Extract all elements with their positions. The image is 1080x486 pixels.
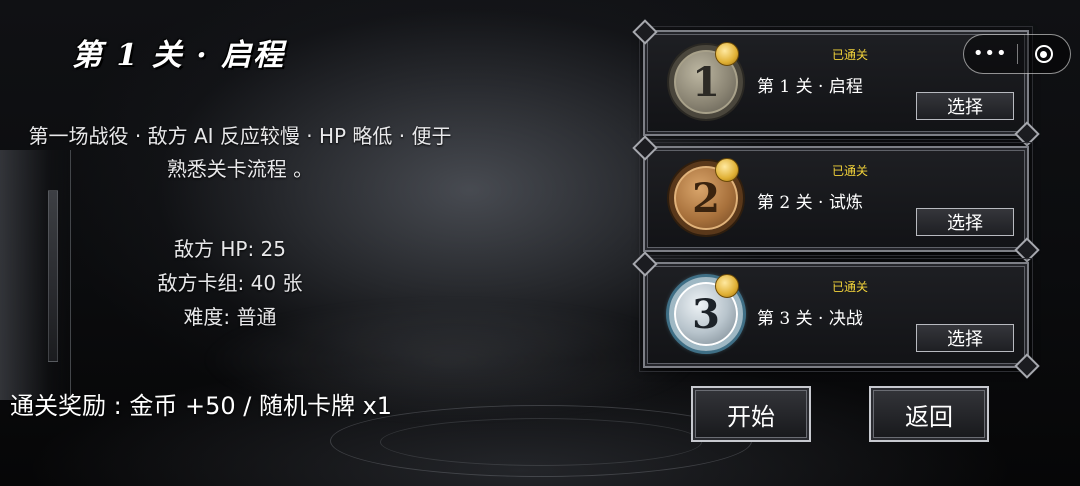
select-stage-1-button[interactable]: 选择 [916, 92, 1014, 120]
back-button[interactable]: 返回 [869, 386, 989, 442]
stage-name: 第 1 关 · 启程 [757, 77, 863, 97]
level-title: 第 1 关 · 启程 [72, 38, 286, 73]
enemy-deck-size: 敌方卡组: 40 张 [157, 271, 303, 295]
coin-icon [715, 158, 739, 182]
floor-ring-inner-decoration [380, 418, 702, 466]
miniprogram-capsule: ••• [963, 34, 1071, 74]
stage-card-3[interactable]: 3 已通关 第 3 关 · 决战 选择 [639, 258, 1033, 372]
level-description: 第一场战役 · 敌方 AI 反应较慢 · HP 略低 · 便于熟悉关卡流程 。 [28, 124, 452, 181]
level-stats: 敌方 HP: 25 敌方卡组: 40 张 难度: 普通 [110, 232, 350, 334]
stage-card-2[interactable]: 2 已通关 第 2 关 · 试炼 选择 [639, 142, 1033, 256]
stage-status: 已通关 [831, 164, 868, 178]
level-select-screen: 第 1 关 · 启程 第一场战役 · 敌方 AI 反应较慢 · HP 略低 · … [0, 0, 1080, 486]
start-button[interactable]: 开始 [691, 386, 811, 442]
select-stage-3-button[interactable]: 选择 [916, 324, 1014, 352]
difficulty: 难度: 普通 [183, 305, 277, 329]
clear-reward: 通关奖励 : 金币 +50 / 随机卡牌 x1 [10, 392, 393, 420]
coin-icon [715, 274, 739, 298]
more-dots-icon[interactable]: ••• [964, 35, 1017, 73]
stage-name: 第 3 关 · 决战 [757, 309, 863, 329]
stage-status: 已通关 [831, 48, 868, 62]
left-pillar-decoration [0, 150, 71, 400]
target-icon[interactable] [1017, 35, 1070, 73]
stage-status: 已通关 [831, 280, 868, 294]
coin-icon [715, 42, 739, 66]
enemy-hp: 敌方 HP: 25 [173, 237, 286, 261]
select-stage-2-button[interactable]: 选择 [916, 208, 1014, 236]
stage-name: 第 2 关 · 试炼 [757, 193, 863, 213]
target-ring [1034, 45, 1053, 63]
